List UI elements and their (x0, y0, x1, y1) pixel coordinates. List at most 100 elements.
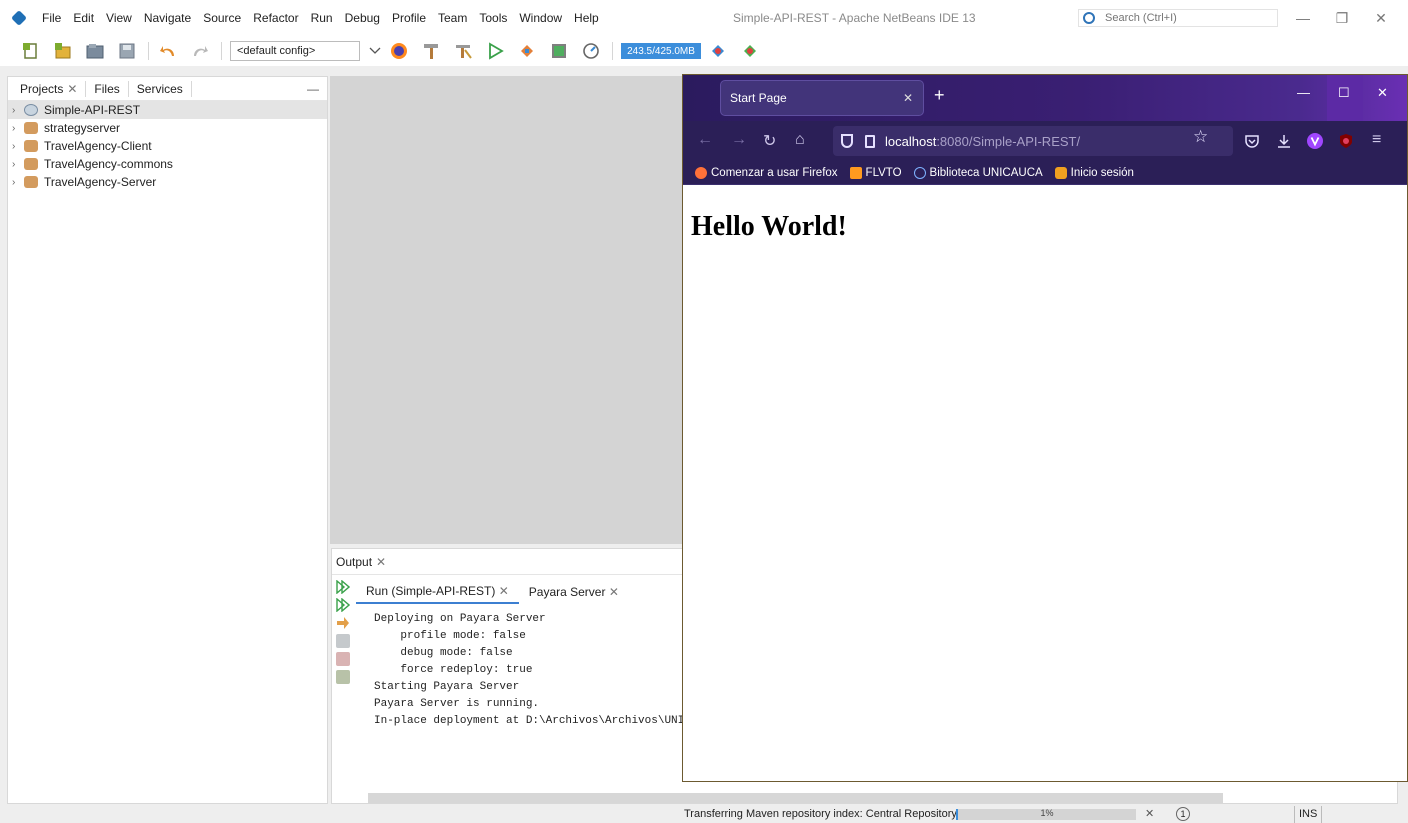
menu-hamburger-icon[interactable]: ≡ (1372, 131, 1381, 149)
firefox-icon (391, 43, 407, 59)
firefox-window: Start Page ✕ + — ☐ ✕ ← → ↻ ⌂ localhost:8… (682, 74, 1408, 782)
console-line: profile mode: false (374, 630, 526, 642)
undo-button[interactable] (157, 40, 179, 62)
snapshot-button[interactable] (739, 40, 761, 62)
menu-source[interactable]: Source (197, 0, 247, 36)
menu-edit[interactable]: Edit (67, 0, 100, 36)
open-project-button[interactable] (84, 40, 106, 62)
browser-minimize-button[interactable]: — (1297, 85, 1310, 100)
tree-item-travelagency-commons[interactable]: › TravelAgency-commons (8, 155, 327, 173)
tab-payara-server-label: Payara Server (528, 585, 606, 599)
ublock-icon[interactable] (1338, 133, 1354, 149)
tree-item-travelagency-client[interactable]: › TravelAgency-Client (8, 137, 327, 155)
menu-window[interactable]: Window (513, 0, 568, 36)
page-info-icon[interactable] (865, 134, 875, 148)
close-icon[interactable]: ✕ (67, 82, 77, 96)
menu-debug[interactable]: Debug (339, 0, 386, 36)
home-icon[interactable]: ⌂ (795, 131, 805, 149)
profile-button[interactable] (548, 40, 570, 62)
menu-navigate[interactable]: Navigate (138, 0, 197, 36)
ide-search-box[interactable] (1078, 9, 1278, 27)
arrow-right-icon[interactable] (336, 616, 350, 630)
menu-refactor[interactable]: Refactor (247, 0, 304, 36)
url-bar[interactable]: localhost:8080/Simple-API-REST/ (833, 126, 1233, 156)
tab-run-output[interactable]: Run (Simple-API-REST) ✕ (356, 580, 519, 604)
menu-help[interactable]: Help (568, 0, 605, 36)
browser-maximize-button[interactable]: ☐ (1338, 85, 1350, 101)
close-icon[interactable]: ✕ (609, 585, 619, 599)
profile-main-button[interactable] (580, 40, 602, 62)
tree-item-simple-api-rest[interactable]: › Simple-API-REST (8, 101, 327, 119)
clean-build-button[interactable] (452, 40, 474, 62)
settings-icon[interactable] (336, 634, 350, 648)
browser-select-button[interactable] (388, 40, 410, 62)
ide-toolbar: <default config> 243.5/425.0MB (0, 36, 1408, 66)
tab-payara-server[interactable]: Payara Server ✕ (519, 581, 629, 603)
chevron-right-icon[interactable]: › (12, 177, 22, 188)
new-project-button[interactable] (52, 40, 74, 62)
garbage-collect-icon (712, 45, 724, 57)
chevron-right-icon[interactable]: › (12, 159, 22, 170)
reload-icon[interactable]: ↻ (763, 131, 776, 151)
horizontal-scrollbar[interactable] (368, 793, 1223, 803)
bookmark-biblioteca-unicauca[interactable]: Biblioteca UNICAUCA (913, 166, 1043, 179)
maximize-button[interactable]: ❐ (1324, 0, 1360, 36)
tools-icon[interactable] (336, 670, 350, 684)
output-console[interactable]: Deploying on Payara Server profile mode:… (374, 611, 684, 730)
bookmark-flvto[interactable]: FLVTO (849, 166, 902, 179)
memory-indicator[interactable]: 243.5/425.0MB (621, 43, 701, 59)
flvto-icon (849, 166, 862, 179)
output-title[interactable]: Output (336, 555, 372, 569)
menu-view[interactable]: View (100, 0, 138, 36)
chevron-right-icon[interactable]: › (12, 141, 22, 152)
menu-team[interactable]: Team (432, 0, 473, 36)
menu-run[interactable]: Run (305, 0, 339, 36)
new-tab-button[interactable]: + (934, 85, 945, 106)
tab-files[interactable]: Files (86, 80, 129, 97)
bookmark-comenzar-firefox[interactable]: Comenzar a usar Firefox (695, 166, 838, 179)
browser-tab[interactable]: Start Page ✕ (721, 81, 923, 115)
extension-v-icon[interactable] (1307, 133, 1323, 149)
output-tabs: Run (Simple-API-REST) ✕ Payara Server ✕ (356, 580, 629, 604)
ide-search-input[interactable] (1105, 12, 1265, 24)
stop-icon[interactable] (336, 652, 350, 666)
chevron-down-icon[interactable] (368, 40, 382, 62)
chevron-right-icon[interactable]: › (12, 123, 22, 134)
redo-button[interactable] (189, 40, 211, 62)
new-file-button[interactable] (20, 40, 42, 62)
menu-profile[interactable]: Profile (386, 0, 432, 36)
save-all-button[interactable] (116, 40, 138, 62)
close-button[interactable]: ✕ (1363, 0, 1399, 36)
rerun-with-params-icon[interactable] (336, 597, 351, 613)
bookmark-star-icon[interactable]: ☆ (1193, 127, 1208, 147)
minimize-button[interactable]: — (1285, 0, 1321, 36)
cancel-task-icon[interactable]: ✕ (1145, 807, 1154, 820)
config-select[interactable]: <default config> (230, 41, 360, 61)
tree-item-strategyserver[interactable]: › strategyserver (8, 119, 327, 137)
tab-projects[interactable]: Projects ✕ (12, 80, 87, 97)
tree-item-travelagency-server[interactable]: › TravelAgency-Server (8, 173, 327, 191)
bookmark-inicio-sesion[interactable]: Inicio sesión (1054, 166, 1134, 179)
tab-services[interactable]: Services (129, 80, 192, 97)
gc-button[interactable] (707, 40, 729, 62)
minimize-panel-icon[interactable]: — (307, 82, 319, 96)
tracking-shield-icon[interactable] (841, 134, 853, 148)
close-icon[interactable]: ✕ (499, 584, 509, 598)
close-tab-icon[interactable]: ✕ (903, 91, 913, 105)
close-icon[interactable]: ✕ (376, 555, 386, 569)
download-icon[interactable] (1276, 133, 1292, 149)
debug-button[interactable] (516, 40, 538, 62)
back-arrow-icon[interactable]: ← (697, 131, 713, 149)
build-button[interactable] (420, 40, 442, 62)
run-icon (489, 42, 504, 60)
undo-icon (160, 46, 174, 56)
chevron-right-icon[interactable]: › (12, 105, 22, 116)
menu-file[interactable]: File (36, 0, 67, 36)
run-button[interactable] (484, 40, 506, 62)
pocket-icon[interactable] (1244, 133, 1260, 149)
forward-arrow-icon[interactable]: → (731, 131, 747, 149)
menu-tools[interactable]: Tools (473, 0, 513, 36)
rerun-icon[interactable] (336, 579, 351, 595)
notifications-icon[interactable]: 1 (1176, 807, 1190, 821)
browser-close-button[interactable]: ✕ (1377, 85, 1388, 101)
